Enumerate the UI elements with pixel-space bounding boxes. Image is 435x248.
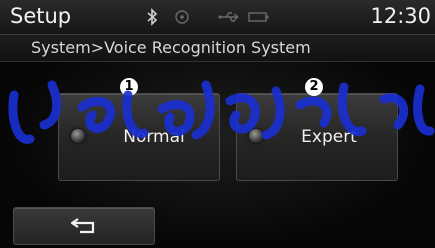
bluetooth-icon bbox=[146, 8, 158, 30]
screen-title: Setup bbox=[10, 4, 72, 28]
back-button[interactable] bbox=[13, 207, 155, 245]
main-content: Normal 1 Expert 2 bbox=[0, 62, 435, 248]
breadcrumb: System>Voice Recognition System bbox=[0, 35, 435, 62]
clock: 12:30 bbox=[370, 4, 431, 28]
status-bar: Setup 12:30 bbox=[0, 0, 435, 35]
usb-icon bbox=[218, 8, 242, 30]
normal-mode-button[interactable]: Normal bbox=[58, 93, 220, 181]
battery-icon bbox=[248, 8, 270, 30]
callout-badge-1: 1 bbox=[120, 78, 138, 96]
screen: Setup 12:30 System>Voice Recognition Sys… bbox=[0, 0, 435, 248]
expert-mode-button[interactable]: Expert bbox=[236, 93, 398, 181]
normal-mode-label: Normal bbox=[123, 127, 185, 147]
breadcrumb-path: System>Voice Recognition System bbox=[31, 38, 311, 57]
back-arrow-icon bbox=[69, 216, 99, 240]
callout-badge-2: 2 bbox=[305, 78, 323, 96]
expert-mode-label: Expert bbox=[301, 127, 357, 147]
disc-icon bbox=[174, 8, 190, 30]
